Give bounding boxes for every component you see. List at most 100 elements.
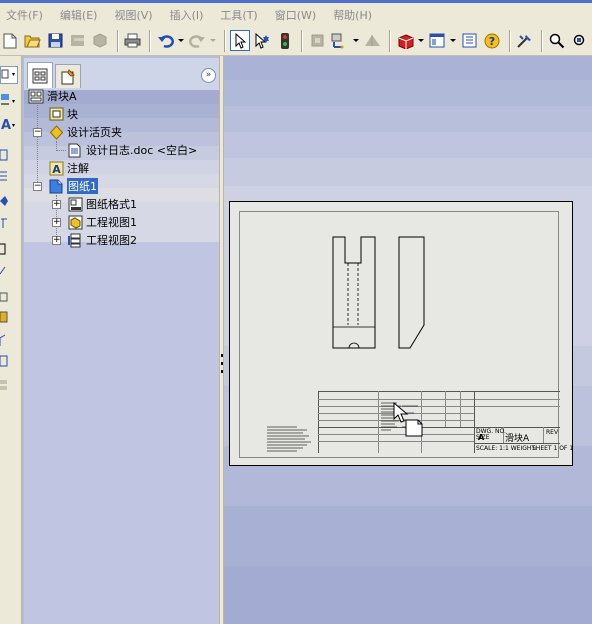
tree-expander[interactable]: + xyxy=(52,236,61,245)
print-icon[interactable] xyxy=(123,30,144,51)
title-block: DWG. NO. SIZE A 滑块A REV SCALE: 1:1 WEIGH… xyxy=(318,391,573,453)
drawing-view-front[interactable] xyxy=(331,236,377,350)
tree-expander[interactable]: − xyxy=(33,128,42,137)
block-icon xyxy=(48,106,64,122)
annotation-a-icon[interactable]: A xyxy=(0,116,18,133)
zoom-fit-icon[interactable] xyxy=(570,30,591,51)
weld-icon[interactable] xyxy=(0,264,10,278)
open-icon[interactable] xyxy=(23,30,44,51)
tree-expander[interactable]: − xyxy=(33,182,42,191)
part-name: 滑块A xyxy=(505,434,530,444)
tree-item-design-binder[interactable]: 设计活页夹 xyxy=(48,123,122,141)
menu-window[interactable]: 窗口(W) xyxy=(275,7,316,23)
disabled-button-icon[interactable] xyxy=(362,30,383,51)
hole-callout-icon[interactable] xyxy=(0,310,10,324)
undo-icon[interactable] xyxy=(155,30,176,51)
sheet-icon xyxy=(48,178,64,194)
toolbar-separator xyxy=(388,29,391,52)
redo-icon[interactable] xyxy=(187,30,208,51)
tree-expander[interactable]: + xyxy=(52,200,61,209)
linetype-icon[interactable] xyxy=(0,92,18,108)
save-icon[interactable] xyxy=(45,30,66,51)
tree-line xyxy=(37,105,38,186)
cube-dropdown-icon[interactable] xyxy=(417,30,424,51)
drawing-sheet[interactable]: DWG. NO. SIZE A 滑块A REV SCALE: 1:1 WEIGH… xyxy=(229,201,573,466)
tree-item-sheet-format[interactable]: 图纸格式1 xyxy=(67,195,137,213)
size-value: A xyxy=(478,433,485,442)
sheet-notes xyxy=(267,426,311,452)
sheet-label: SHEET 1 OF 1 xyxy=(532,445,574,452)
property-manager-tab[interactable] xyxy=(55,64,81,88)
menu-help[interactable]: 帮助(H) xyxy=(333,7,372,23)
tree-line xyxy=(56,150,66,151)
command-dropdown[interactable] xyxy=(0,66,18,84)
tree-item-drawing-view1[interactable]: 工程视图1 xyxy=(67,213,137,231)
tree-item-label: 设计日志.doc <空白> xyxy=(86,144,198,157)
menu-edit[interactable]: 编辑(E) xyxy=(60,7,98,23)
sheet-format-icon xyxy=(67,196,83,212)
surface-finish-icon[interactable] xyxy=(0,216,10,230)
tree-item-label: 工程视图1 xyxy=(86,216,137,229)
block-insert-icon[interactable] xyxy=(0,378,10,392)
dimension-icon[interactable] xyxy=(0,148,10,162)
geometric-tolerance-icon[interactable] xyxy=(0,290,10,304)
scale-label: SCALE: 1:1 WEIGHT: xyxy=(476,445,537,452)
menu-view[interactable]: 视图(V) xyxy=(114,7,152,23)
tree-item-drawing-view2[interactable]: 工程视图2 xyxy=(67,231,137,249)
tool-icon[interactable] xyxy=(515,30,536,51)
balloon-icon[interactable] xyxy=(0,194,10,208)
tree-expander[interactable]: + xyxy=(52,218,61,227)
redo-dropdown-icon[interactable] xyxy=(210,30,217,51)
tree-root-part[interactable]: 滑块A xyxy=(28,87,77,105)
toolbar-separator xyxy=(149,29,152,52)
traffic-light-icon[interactable] xyxy=(275,30,296,51)
double-chevron-right-icon: » xyxy=(205,70,212,80)
datum-icon[interactable] xyxy=(0,242,10,256)
select-icon[interactable] xyxy=(229,30,251,51)
command-strip: A xyxy=(0,56,22,624)
tree-root-label: 滑块A xyxy=(47,90,77,103)
svg-text:?: ? xyxy=(489,35,495,48)
zoom-icon[interactable] xyxy=(547,30,568,51)
feature-manager-tabs: » xyxy=(24,58,219,90)
rev-label: REV xyxy=(546,429,559,436)
drawing-view2-icon xyxy=(67,232,83,248)
properties-icon[interactable] xyxy=(460,30,481,51)
toolbar-separator xyxy=(541,29,544,52)
collapse-panel-button[interactable]: » xyxy=(201,68,216,83)
undo-dropdown-icon[interactable] xyxy=(178,30,185,51)
help-icon[interactable]: ? xyxy=(482,30,503,51)
menu-tools[interactable]: 工具(T) xyxy=(220,7,257,23)
new-icon[interactable] xyxy=(0,30,21,51)
tree-item-label: 设计活页夹 xyxy=(67,126,122,139)
cosmetic-thread-icon[interactable] xyxy=(0,334,10,348)
property-icon xyxy=(61,68,75,84)
document-icon xyxy=(67,142,83,158)
coordinate-dropdown-icon[interactable] xyxy=(352,30,359,51)
smart-select-icon[interactable] xyxy=(252,30,273,51)
cube-icon[interactable] xyxy=(395,30,416,51)
standard-toolbar: ? xyxy=(0,26,592,56)
view-dropdown-icon[interactable] xyxy=(450,30,457,51)
note-icon[interactable] xyxy=(0,170,10,184)
tree-item-label: 图纸1 xyxy=(67,178,98,194)
drawing-document-icon xyxy=(28,88,44,104)
svg-text:A: A xyxy=(1,118,11,132)
menu-file[interactable]: 文件(F) xyxy=(6,7,43,23)
tree-item-design-log[interactable]: 设计日志.doc <空白> xyxy=(67,141,197,159)
disabled-button-icon[interactable] xyxy=(90,30,111,51)
disabled-button-icon[interactable] xyxy=(68,30,89,51)
disabled-button-icon[interactable] xyxy=(307,30,328,51)
drawing-view-side[interactable] xyxy=(396,236,426,350)
tree-item-annotations[interactable]: A 注解 xyxy=(48,159,89,177)
graphics-area[interactable]: DWG. NO. SIZE A 滑块A REV SCALE: 1:1 WEIGH… xyxy=(224,56,592,624)
feature-manager-panel: » 滑块A 块 − 设计活页夹 设计日志.doc <空白> A 注解 − 图纸1… xyxy=(24,58,219,624)
feature-tree-tab[interactable] xyxy=(27,62,53,88)
tree-item-sheet[interactable]: 图纸1 xyxy=(48,177,98,195)
view-icon[interactable] xyxy=(427,30,448,51)
toolbar-separator xyxy=(116,29,119,52)
menu-insert[interactable]: 插入(I) xyxy=(170,7,204,23)
coordinate-system-icon[interactable] xyxy=(330,30,351,51)
center-mark-icon[interactable] xyxy=(0,354,10,368)
tree-item-block[interactable]: 块 xyxy=(48,105,78,123)
